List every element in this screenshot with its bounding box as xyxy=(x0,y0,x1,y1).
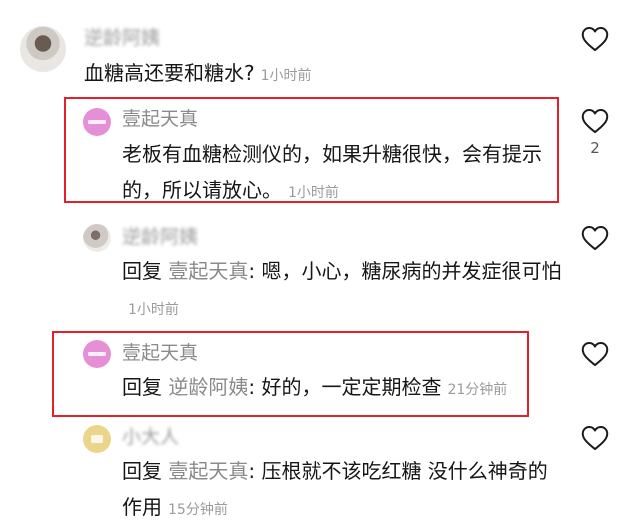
avatar[interactable] xyxy=(83,340,111,368)
comment-username[interactable]: 壹起天真 xyxy=(122,107,198,131)
comment-username[interactable]: 小大人 xyxy=(122,425,179,449)
comment-text: 回复 壹起天真: 嗯，小心，糖尿病的并发症很可怕 1小时前 xyxy=(122,253,562,328)
comment-username[interactable]: 逆龄阿姨 xyxy=(84,26,160,50)
reply-prefix: 回复 xyxy=(122,375,162,399)
avatar[interactable] xyxy=(83,425,111,453)
comment-text: 回复 逆龄阿姨: 好的，一定定期检查 21分钟前 xyxy=(122,369,562,408)
like-count: 2 xyxy=(590,139,600,157)
comment-username[interactable]: 壹起天真 xyxy=(122,341,198,365)
reply-to-username[interactable]: 壹起天真 xyxy=(168,259,248,283)
heart-outline-icon[interactable] xyxy=(581,108,609,134)
comment-time: 1小时前 xyxy=(260,68,312,84)
heart-outline-icon[interactable] xyxy=(581,26,609,52)
comment-text: 血糖高还要和糖水? 1小时前 xyxy=(84,55,554,94)
reply-prefix: 回复 xyxy=(122,259,162,283)
comment-time: 1小时前 xyxy=(128,302,179,318)
heart-outline-icon[interactable] xyxy=(581,341,609,367)
comment-time: 1小时前 xyxy=(288,185,339,201)
reply-to-username[interactable]: 壹起天真 xyxy=(168,459,248,483)
heart-outline-icon[interactable] xyxy=(581,425,609,451)
comment-text: 老板有血糖检测仪的，如果升糖很快，会有提示的，所以请放心。 1小时前 xyxy=(122,136,552,211)
reply-to-username[interactable]: 逆龄阿姨 xyxy=(168,375,248,399)
comment-body: : 好的，一定定期检查 xyxy=(248,375,442,399)
comment-text: 回复 壹起天真: 压根就不该吃红糖 没什么神奇的作用 15分钟前 xyxy=(122,453,562,528)
avatar[interactable] xyxy=(83,108,111,136)
heart-outline-icon[interactable] xyxy=(581,225,609,251)
comment-body: : 嗯，小心，糖尿病的并发症很可怕 xyxy=(248,259,562,283)
avatar[interactable] xyxy=(20,26,66,72)
avatar[interactable] xyxy=(83,224,111,252)
comment-time: 21分钟前 xyxy=(447,382,508,398)
comment-time: 15分钟前 xyxy=(168,502,228,518)
comment-body: 血糖高还要和糖水? xyxy=(84,61,255,85)
reply-prefix: 回复 xyxy=(122,459,162,483)
comment-username[interactable]: 逆龄阿姨 xyxy=(122,225,198,249)
